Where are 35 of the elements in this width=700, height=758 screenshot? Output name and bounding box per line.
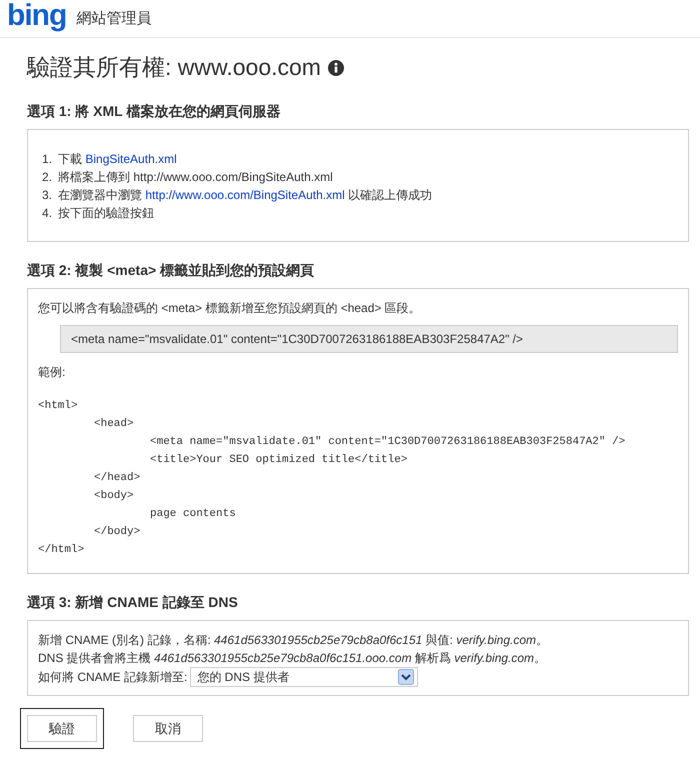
action-button[interactable]: 驗證 bbox=[27, 715, 97, 742]
action-button[interactable]: 取消 bbox=[133, 715, 203, 742]
link[interactable]: BingSiteAuth.xml bbox=[85, 152, 177, 166]
section-heading: 選項 1: 將 XML 檔案放在您的網頁伺服器 bbox=[27, 103, 282, 121]
info-icon[interactable] bbox=[328, 60, 344, 76]
provider-label: 如何將 CNAME 記錄新增至: bbox=[38, 669, 188, 686]
step-number: 2. bbox=[42, 169, 52, 186]
meta-tag-field[interactable]: <meta name="msvalidate.01" content="1C30D7007263186188EAB303F25847A2" /> bbox=[60, 325, 678, 353]
code-line: page contents bbox=[150, 507, 237, 522]
code-line: </html> bbox=[38, 543, 86, 558]
section-heading: 選項 2: 複製 <meta> 標籤並貼到您的預設網頁 bbox=[27, 262, 316, 280]
step-number: 3. bbox=[42, 187, 52, 204]
step-text: 在瀏覽器中瀏覽 http://www.ooo.com/BingSiteAuth.xml 以確認上傳成功 bbox=[58, 187, 432, 204]
code-line: <title>Your SEO optimized title</title> bbox=[150, 453, 408, 468]
instruction-text: DNS 提供者會將主機 4461d563301955cb25e79cb8a0f6c151.ooo.com 解析爲 verify.bing.com。 bbox=[38, 650, 548, 667]
code-line: </head> bbox=[94, 471, 142, 486]
logo[interactable]: bing bbox=[7, 0, 66, 30]
link[interactable]: http://www.ooo.com/BingSiteAuth.xml bbox=[145, 188, 345, 202]
code-line: <body> bbox=[94, 489, 135, 504]
code-line: </body> bbox=[94, 525, 142, 540]
code-line: <html> bbox=[38, 399, 79, 414]
instruction-text: 您可以將含有驗證碼的 <meta> 標籤新增至您預設網頁的 <head> 區段。 bbox=[38, 300, 422, 317]
example-label: 範例: bbox=[38, 364, 66, 381]
section-heading: 選項 3: 新增 CNAME 記錄至 DNS bbox=[27, 594, 239, 612]
instruction-text: 新增 CNAME (別名) 記錄，名稱: 4461d563301955cb25e79cb8a0f6c151 與值: verify.bing.com。 bbox=[38, 632, 550, 649]
page-heading: 驗證其所有權: www.ooo.com bbox=[27, 53, 321, 82]
step-number: 1. bbox=[42, 151, 52, 168]
step-text: 將檔案上傳到 http://www.ooo.com/BingSiteAuth.xml bbox=[58, 169, 333, 186]
code-line: <meta name="msvalidate.01" content="1C30D7007263186188EAB303F25847A2" /> bbox=[150, 435, 626, 450]
provider-dropdown[interactable]: 您的 DNS 提供者 bbox=[190, 667, 418, 687]
step-text: 下載 BingSiteAuth.xml bbox=[58, 151, 177, 168]
code-line: <head> bbox=[94, 417, 135, 432]
step-number: 4. bbox=[42, 205, 52, 222]
step-text: 按下面的驗證按鈕 bbox=[58, 205, 154, 222]
app-title: 網站管理員 bbox=[76, 9, 152, 28]
